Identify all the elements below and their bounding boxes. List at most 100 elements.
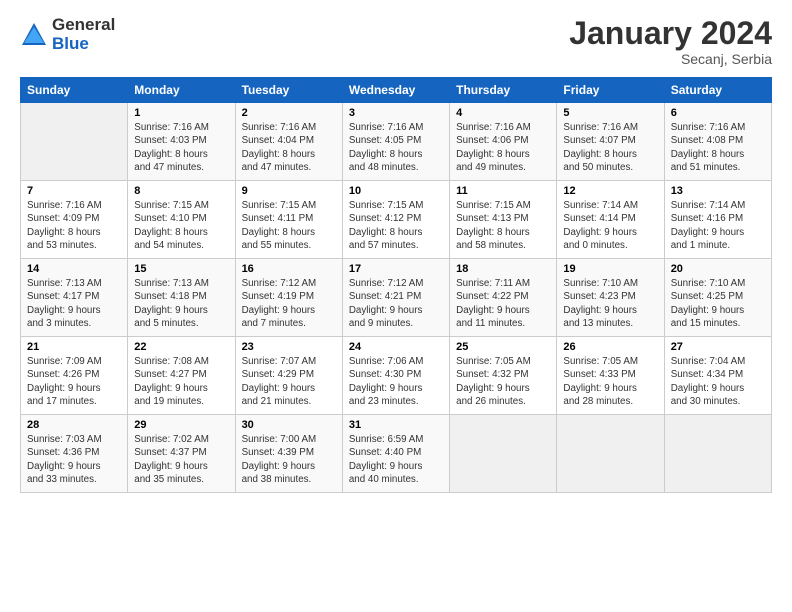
day-info: Sunrise: 7:12 AMSunset: 4:21 PMDaylight:… <box>349 278 424 329</box>
day-number: 7 <box>27 185 121 197</box>
week-row-1: 7 Sunrise: 7:16 AMSunset: 4:09 PMDaylight… <box>21 181 772 259</box>
calendar-cell: 22 Sunrise: 7:08 AMSunset: 4:27 PMDayligh… <box>128 337 235 415</box>
calendar-cell: 29Sunrise: 7:02 AMSunset: 4:37 PMDayligh… <box>128 415 235 493</box>
day-info: Sunrise: 7:08 AMSunset: 4:27 PMDaylight:… <box>134 356 209 407</box>
day-number: 5 <box>563 107 657 119</box>
calendar-cell <box>664 415 771 493</box>
day-info: Sunrise: 7:15 AMSunset: 4:13 PMDaylight:… <box>456 200 531 251</box>
day-info: Sunrise: 7:09 AMSunset: 4:26 PMDaylight:… <box>27 356 102 407</box>
day-info: Sunrise: 7:16 AMSunset: 4:03 PMDaylight:… <box>134 122 209 173</box>
day-number: 14 <box>27 263 121 275</box>
calendar-cell: 3Sunrise: 7:16 AMSunset: 4:05 PMDaylight… <box>342 103 449 181</box>
logo-text: General Blue <box>52 16 115 53</box>
day-info: Sunrise: 7:16 AMSunset: 4:05 PMDaylight:… <box>349 122 424 173</box>
week-row-4: 28 Sunrise: 7:03 AMSunset: 4:36 PMDayligh… <box>21 415 772 493</box>
day-number: 9 <box>242 185 336 197</box>
calendar-cell: 5 Sunrise: 7:16 AMSunset: 4:07 PMDaylight… <box>557 103 664 181</box>
calendar-cell: 30Sunrise: 7:00 AMSunset: 4:39 PMDayligh… <box>235 415 342 493</box>
day-number: 29 <box>134 419 228 431</box>
calendar-cell: 24Sunrise: 7:06 AMSunset: 4:30 PMDayligh… <box>342 337 449 415</box>
day-number: 21 <box>27 341 121 353</box>
calendar-cell: 10 Sunrise: 7:15 AMSunset: 4:12 PMDayligh… <box>342 181 449 259</box>
day-info: Sunrise: 7:15 AMSunset: 4:11 PMDaylight:… <box>242 200 317 251</box>
calendar-cell: 7 Sunrise: 7:16 AMSunset: 4:09 PMDaylight… <box>21 181 128 259</box>
day-info: Sunrise: 7:03 AMSunset: 4:36 PMDaylight:… <box>27 434 102 485</box>
header-day-monday: Monday <box>128 78 235 103</box>
day-number: 18 <box>456 263 550 275</box>
day-number: 22 <box>134 341 228 353</box>
week-row-0: 1Sunrise: 7:16 AMSunset: 4:03 PMDaylight… <box>21 103 772 181</box>
day-number: 10 <box>349 185 443 197</box>
day-info: Sunrise: 7:07 AMSunset: 4:29 PMDaylight:… <box>242 356 317 407</box>
calendar-body: 1Sunrise: 7:16 AMSunset: 4:03 PMDaylight… <box>21 103 772 493</box>
day-info: Sunrise: 7:16 AMSunset: 4:09 PMDaylight:… <box>27 200 102 251</box>
logo-general: General <box>52 16 115 35</box>
day-info: Sunrise: 7:12 AMSunset: 4:19 PMDaylight:… <box>242 278 317 329</box>
header-day-saturday: Saturday <box>664 78 771 103</box>
calendar-cell: 18 Sunrise: 7:11 AMSunset: 4:22 PMDayligh… <box>450 259 557 337</box>
day-info: Sunrise: 7:14 AMSunset: 4:14 PMDaylight:… <box>563 200 638 251</box>
day-number: 27 <box>671 341 765 353</box>
day-number: 23 <box>242 341 336 353</box>
header-day-tuesday: Tuesday <box>235 78 342 103</box>
calendar-header: SundayMondayTuesdayWednesdayThursdayFrid… <box>21 78 772 103</box>
day-info: Sunrise: 7:15 AMSunset: 4:10 PMDaylight:… <box>134 200 209 251</box>
day-info: Sunrise: 7:05 AMSunset: 4:32 PMDaylight:… <box>456 356 531 407</box>
calendar-cell: 4Sunrise: 7:16 AMSunset: 4:06 PMDaylight… <box>450 103 557 181</box>
day-info: Sunrise: 7:05 AMSunset: 4:33 PMDaylight:… <box>563 356 638 407</box>
month-title: January 2024 <box>569 16 772 51</box>
day-number: 2 <box>242 107 336 119</box>
week-row-2: 14Sunrise: 7:13 AMSunset: 4:17 PMDayligh… <box>21 259 772 337</box>
header-day-wednesday: Wednesday <box>342 78 449 103</box>
logo-blue: Blue <box>52 35 115 54</box>
calendar-cell: 16 Sunrise: 7:12 AMSunset: 4:19 PMDayligh… <box>235 259 342 337</box>
calendar-cell: 31Sunrise: 6:59 AMSunset: 4:40 PMDayligh… <box>342 415 449 493</box>
day-number: 12 <box>563 185 657 197</box>
logo: General Blue <box>20 16 115 53</box>
calendar-cell: 28 Sunrise: 7:03 AMSunset: 4:36 PMDayligh… <box>21 415 128 493</box>
week-row-3: 21 Sunrise: 7:09 AMSunset: 4:26 PMDayligh… <box>21 337 772 415</box>
day-number: 28 <box>27 419 121 431</box>
day-number: 6 <box>671 107 765 119</box>
calendar-cell: 20 Sunrise: 7:10 AMSunset: 4:25 PMDayligh… <box>664 259 771 337</box>
day-number: 13 <box>671 185 765 197</box>
calendar-cell: 14Sunrise: 7:13 AMSunset: 4:17 PMDayligh… <box>21 259 128 337</box>
calendar-cell <box>450 415 557 493</box>
day-number: 4 <box>456 107 550 119</box>
day-info: Sunrise: 7:04 AMSunset: 4:34 PMDaylight:… <box>671 356 746 407</box>
calendar-cell: 15 Sunrise: 7:13 AMSunset: 4:18 PMDayligh… <box>128 259 235 337</box>
day-number: 19 <box>563 263 657 275</box>
day-number: 17 <box>349 263 443 275</box>
location: Secanj, Serbia <box>569 51 772 67</box>
calendar-cell: 26 Sunrise: 7:05 AMSunset: 4:33 PMDayligh… <box>557 337 664 415</box>
day-number: 15 <box>134 263 228 275</box>
calendar-cell: 23 Sunrise: 7:07 AMSunset: 4:29 PMDayligh… <box>235 337 342 415</box>
day-info: Sunrise: 7:16 AMSunset: 4:08 PMDaylight:… <box>671 122 746 173</box>
day-number: 30 <box>242 419 336 431</box>
calendar-cell: 11Sunrise: 7:15 AMSunset: 4:13 PMDayligh… <box>450 181 557 259</box>
day-info: Sunrise: 7:16 AMSunset: 4:04 PMDaylight:… <box>242 122 317 173</box>
day-info: Sunrise: 7:15 AMSunset: 4:12 PMDaylight:… <box>349 200 424 251</box>
calendar-cell: 9 Sunrise: 7:15 AMSunset: 4:11 PMDaylight… <box>235 181 342 259</box>
calendar-cell: 25 Sunrise: 7:05 AMSunset: 4:32 PMDayligh… <box>450 337 557 415</box>
day-number: 16 <box>242 263 336 275</box>
calendar-cell <box>557 415 664 493</box>
header: General Blue January 2024 Secanj, Serbia <box>20 16 772 67</box>
calendar-cell: 21 Sunrise: 7:09 AMSunset: 4:26 PMDayligh… <box>21 337 128 415</box>
day-number: 31 <box>349 419 443 431</box>
day-number: 24 <box>349 341 443 353</box>
day-info: Sunrise: 7:10 AMSunset: 4:25 PMDaylight:… <box>671 278 746 329</box>
day-number: 20 <box>671 263 765 275</box>
day-number: 25 <box>456 341 550 353</box>
day-info: Sunrise: 7:14 AMSunset: 4:16 PMDaylight:… <box>671 200 746 251</box>
day-info: Sunrise: 7:16 AMSunset: 4:07 PMDaylight:… <box>563 122 638 173</box>
header-day-friday: Friday <box>557 78 664 103</box>
day-info: Sunrise: 7:11 AMSunset: 4:22 PMDaylight:… <box>456 278 530 329</box>
title-block: January 2024 Secanj, Serbia <box>569 16 772 67</box>
calendar-cell: 27 Sunrise: 7:04 AMSunset: 4:34 PMDayligh… <box>664 337 771 415</box>
day-info: Sunrise: 7:13 AMSunset: 4:18 PMDaylight:… <box>134 278 209 329</box>
calendar: SundayMondayTuesdayWednesdayThursdayFrid… <box>20 77 772 493</box>
calendar-cell: 19Sunrise: 7:10 AMSunset: 4:23 PMDayligh… <box>557 259 664 337</box>
day-number: 26 <box>563 341 657 353</box>
header-row: SundayMondayTuesdayWednesdayThursdayFrid… <box>21 78 772 103</box>
